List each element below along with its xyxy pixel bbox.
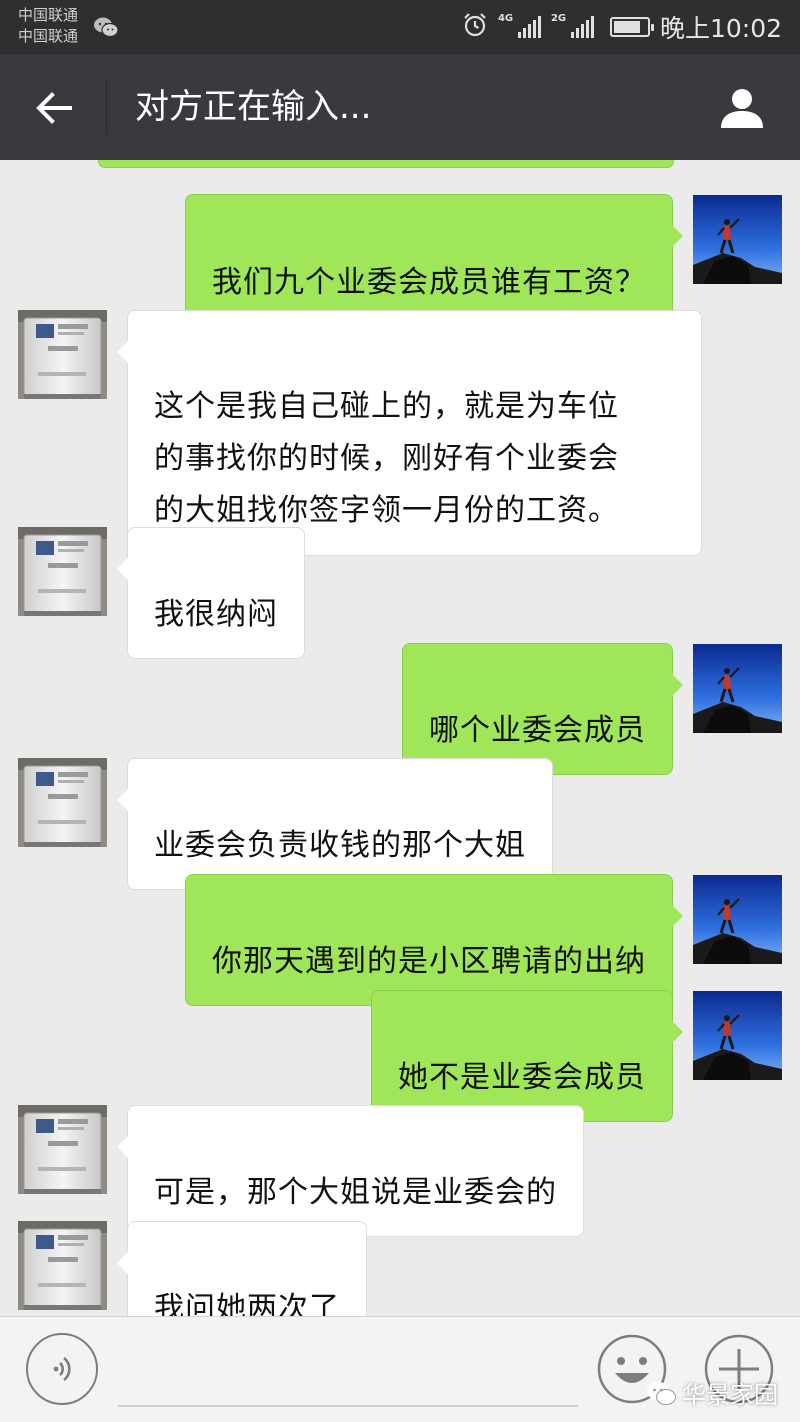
contact-avatar[interactable]: [18, 1221, 107, 1310]
chat-info-button[interactable]: [714, 80, 770, 136]
input-bar: 华景家园: [0, 1316, 800, 1422]
chat-header: 对方正在输入...: [0, 54, 800, 160]
wechat-icon: [93, 16, 119, 38]
message-text: 我们九个业委会成员谁有工资？: [212, 265, 646, 300]
clock: 晚上10:02: [659, 14, 782, 43]
message-bubble[interactable]: 你那天遇到的是小区聘请的出纳: [185, 874, 683, 1006]
my-avatar[interactable]: [693, 875, 782, 964]
message-text: 哪个业委会成员: [429, 713, 646, 748]
alarm-icon: [462, 12, 488, 42]
message-input[interactable]: [118, 1335, 578, 1407]
signal-2g-label: 2G: [550, 13, 567, 24]
carrier-info: 中国联通 中国联通: [18, 5, 78, 47]
back-arrow-icon: [36, 92, 72, 124]
signal-2g-icon: 2G: [550, 13, 594, 38]
signal-4g-label: 4G: [497, 13, 514, 24]
my-avatar[interactable]: [693, 644, 782, 733]
message-text: 这个是我自己碰上的，就是为车位 的事找你的时候，刚好有个业委会 的大姐找你签字领…: [154, 389, 619, 528]
user-profile-icon: [721, 89, 763, 128]
message-text: 我很纳闷: [154, 597, 278, 632]
message-text: 你那天遇到的是小区聘请的出纳: [212, 944, 646, 979]
message-list[interactable]: 我们九个业委会成员谁有工资？ 这个是我自己碰上的，就是为车位 的事找你的时候，刚…: [0, 160, 800, 1316]
message-bubble[interactable]: 可是，那个大姐说是业委会的: [117, 1105, 584, 1237]
contact-avatar[interactable]: [18, 527, 107, 616]
carrier-2: 中国联通: [18, 27, 79, 45]
contact-avatar[interactable]: [18, 758, 107, 847]
voice-button[interactable]: [26, 1333, 98, 1405]
carrier-1: 中国联通: [18, 6, 79, 24]
message-text: 她不是业委会成员: [398, 1060, 646, 1095]
message-text: 业委会负责收钱的那个大姐: [154, 828, 526, 863]
signal-4g-icon: 4G: [497, 13, 541, 38]
my-avatar[interactable]: [693, 991, 782, 1080]
my-avatar[interactable]: [693, 195, 782, 284]
message-bubble[interactable]: 这个是我自己碰上的，就是为车位 的事找你的时候，刚好有个业委会 的大姐找你签字领…: [117, 310, 702, 556]
status-bar: 中国联通 中国联通 4G 2G 晚上10:02: [0, 0, 800, 54]
back-button[interactable]: [28, 82, 80, 134]
chat-title: 对方正在输入...: [135, 87, 372, 127]
message-bubble[interactable]: 我很纳闷: [117, 527, 305, 659]
previous-message-bubble[interactable]: [98, 160, 674, 168]
status-indicators: 4G 2G 晚上10:02: [462, 0, 782, 54]
contact-avatar[interactable]: [18, 1105, 107, 1194]
watermark: 华景家园: [646, 1375, 778, 1410]
message-bubble[interactable]: 她不是业委会成员: [371, 990, 683, 1122]
wechat-icon: [647, 1381, 676, 1405]
message-bubble[interactable]: 我问她两次了: [117, 1221, 367, 1316]
message-bubble[interactable]: 业委会负责收钱的那个大姐: [117, 758, 553, 890]
voice-icon: [53, 1356, 71, 1382]
header-divider: [106, 80, 107, 134]
contact-avatar[interactable]: [18, 310, 107, 399]
message-bubble[interactable]: 哪个业委会成员: [402, 643, 683, 775]
message-text: 可是，那个大姐说是业委会的: [154, 1175, 557, 1210]
battery-icon: [609, 17, 654, 37]
watermark-text: 华景家园: [682, 1381, 778, 1409]
message-bubble[interactable]: 我们九个业委会成员谁有工资？: [185, 194, 683, 328]
message-text: 我问她两次了: [154, 1291, 340, 1316]
